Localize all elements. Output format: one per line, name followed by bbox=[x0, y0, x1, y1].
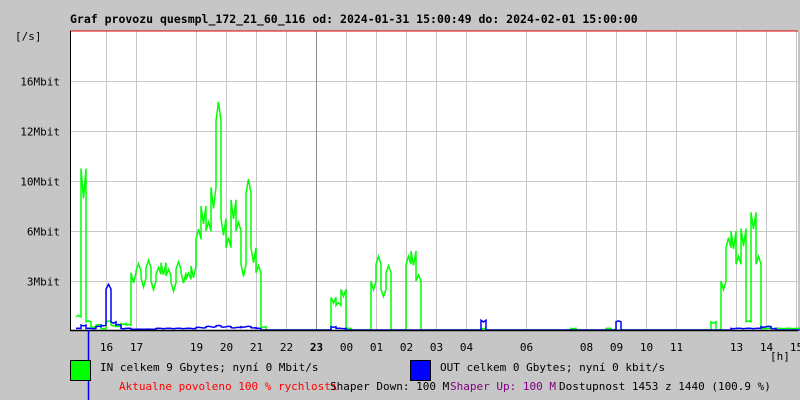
x-tick-label: 22 bbox=[279, 341, 294, 354]
x-tick-label: 15 bbox=[789, 341, 800, 354]
x-tick-label: 21 bbox=[249, 341, 264, 354]
y-tick-label: 12Mbit bbox=[20, 125, 60, 138]
traffic-chart bbox=[70, 30, 800, 400]
x-tick-label: 14 bbox=[759, 341, 774, 354]
in-legend-text: IN celkem 9 Gbytes; nyní 0 Mbit/s bbox=[100, 361, 319, 374]
x-tick-label: 13 bbox=[729, 341, 744, 354]
x-tick-label: 06 bbox=[519, 341, 534, 354]
shaper-down-text: Shaper Down: 100 M bbox=[330, 380, 450, 393]
y-tick-label: 3Mbit bbox=[26, 275, 60, 288]
x-tick-label: 03 bbox=[429, 341, 444, 354]
x-tick-label: 09 bbox=[609, 341, 624, 354]
y-tick-label: 10Mbit bbox=[20, 175, 60, 188]
y-tick-label: 16Mbit bbox=[20, 75, 60, 88]
x-tick-label: 00 bbox=[339, 341, 354, 354]
x-tick-label: 10 bbox=[639, 341, 654, 354]
x-tick-label: 16 bbox=[99, 341, 114, 354]
allowed-speed-text: Aktualne povoleno 100 % rychlosti bbox=[119, 380, 338, 393]
in-legend-swatch bbox=[70, 360, 91, 381]
x-tick-label: 04 bbox=[459, 341, 474, 354]
y-tick-label: 6Mbit bbox=[26, 225, 60, 238]
x-tick-label: 20 bbox=[219, 341, 234, 354]
x-tick-label: 02 bbox=[399, 341, 414, 354]
x-tick-label: 23 bbox=[309, 341, 324, 354]
out-legend-swatch bbox=[410, 360, 431, 381]
x-tick-label: 01 bbox=[369, 341, 384, 354]
plot-area bbox=[70, 31, 798, 330]
shaper-up-text: Shaper Up: 100 M bbox=[450, 380, 556, 393]
out-legend-text: OUT celkem 0 Gbytes; nyní 0 kbit/s bbox=[440, 361, 666, 374]
availability-text: Dostupnost 1453 z 1440 (100.9 %) bbox=[559, 380, 771, 393]
x-tick-label: 19 bbox=[189, 341, 204, 354]
x-tick-label: 11 bbox=[669, 341, 684, 354]
x-tick-label: 08 bbox=[579, 341, 594, 354]
x-tick-label: 17 bbox=[129, 341, 144, 354]
